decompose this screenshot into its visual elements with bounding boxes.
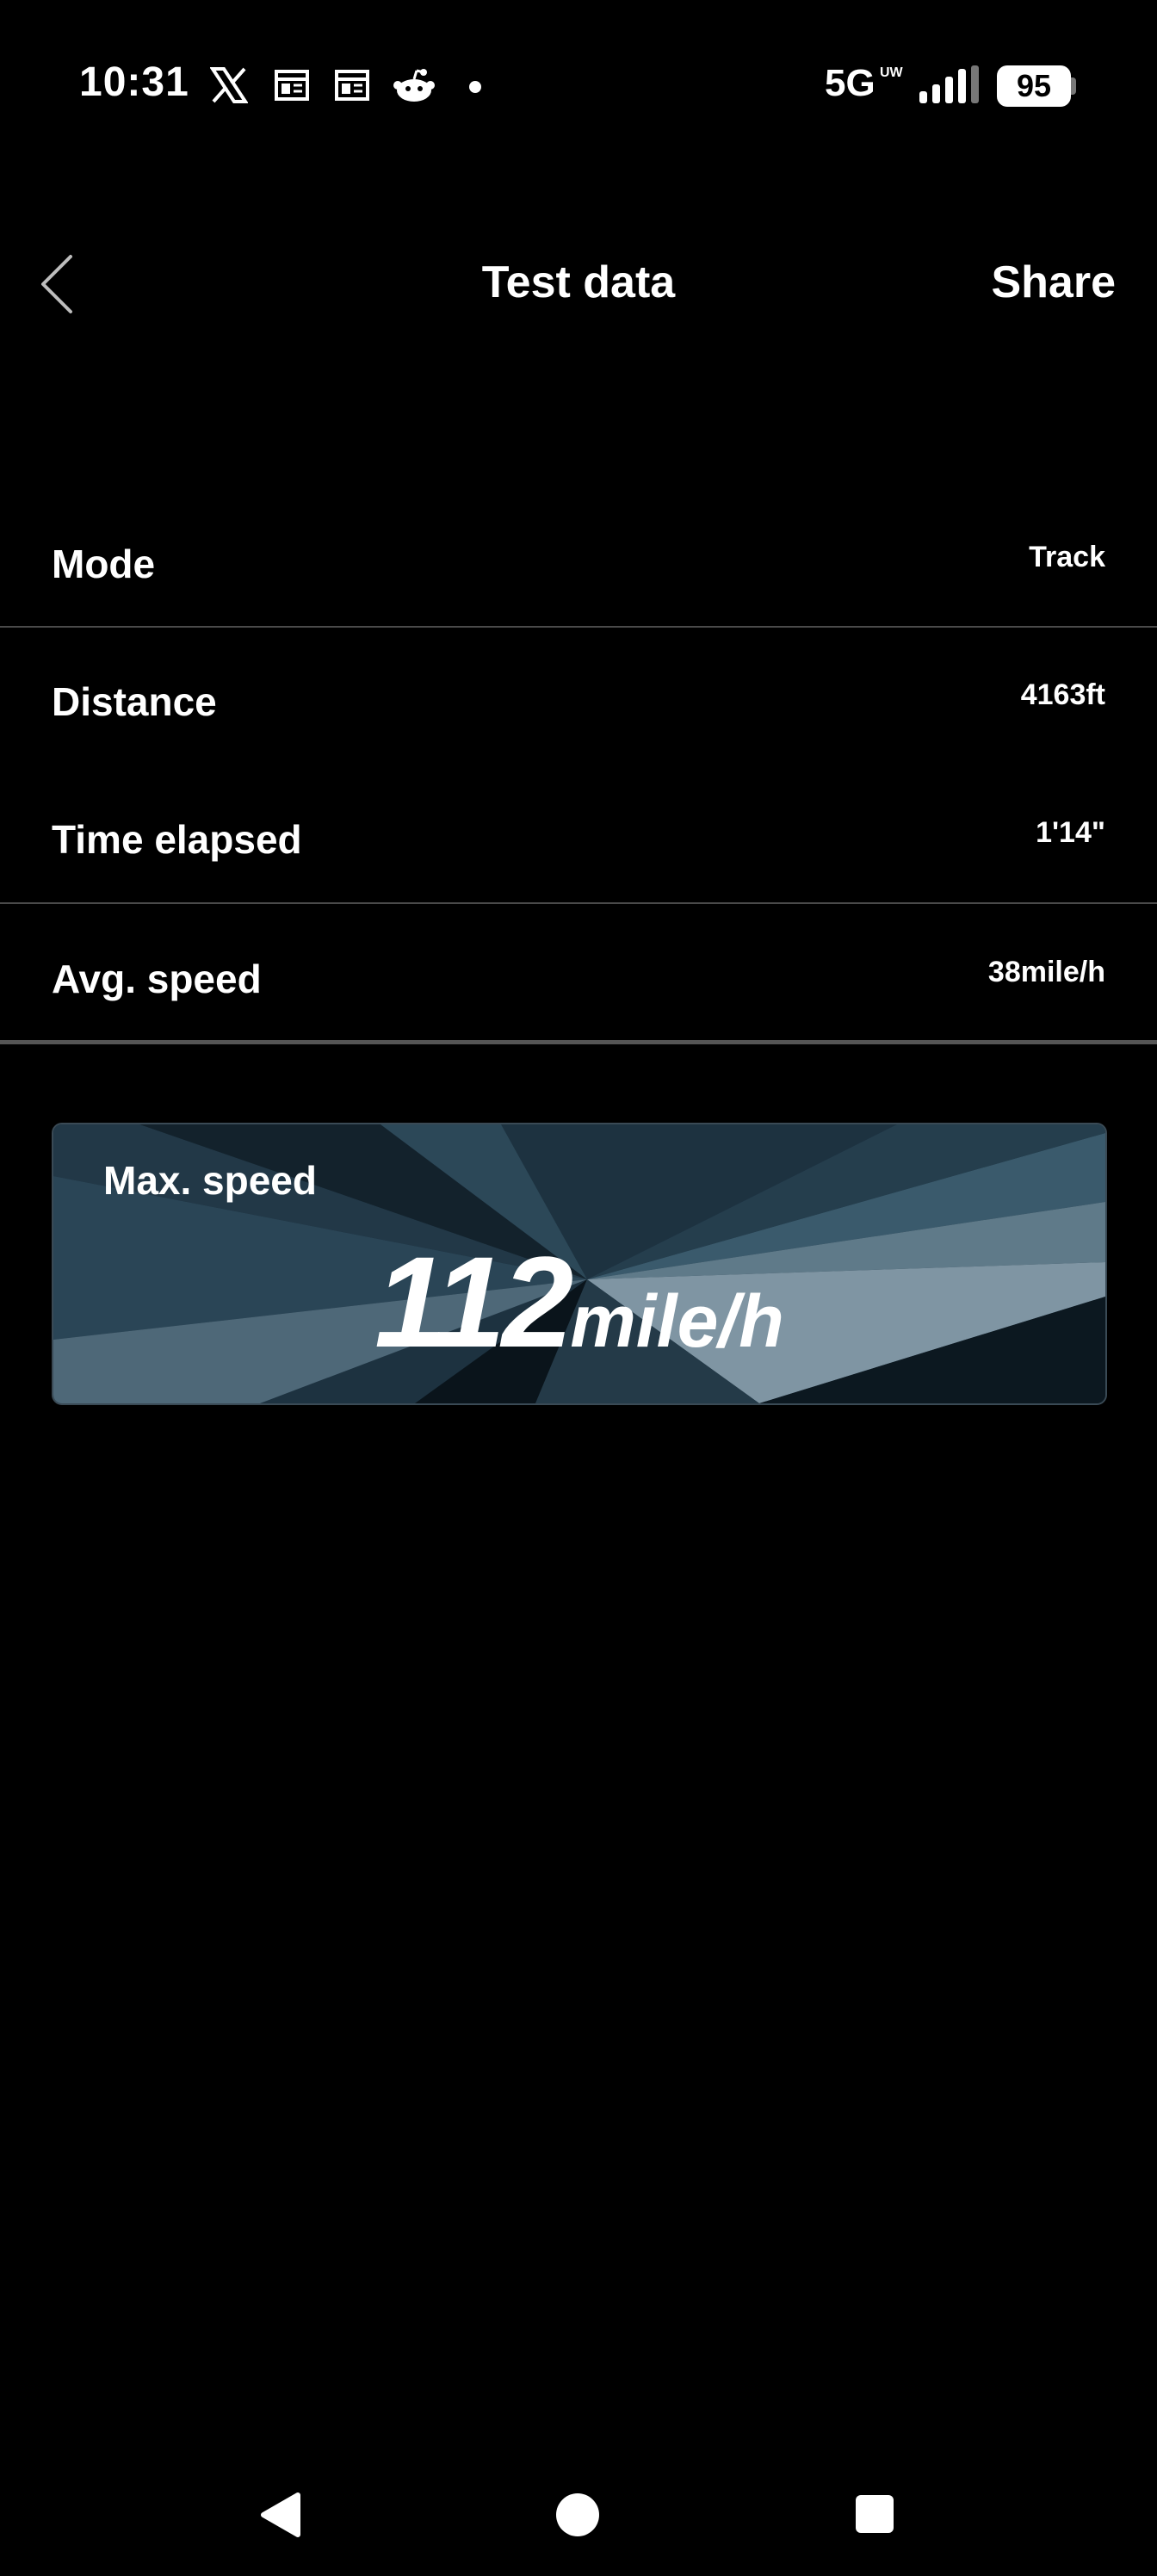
row-label: Mode	[52, 542, 156, 586]
row-avg-speed: Avg. speed 38mile/h	[0, 956, 1157, 1042]
max-speed-number: 112	[374, 1229, 573, 1374]
nav-home-icon[interactable]	[556, 2493, 599, 2536]
nav-back-icon[interactable]	[258, 2492, 301, 2538]
max-speed-label: Max. speed	[103, 1158, 317, 1203]
divider	[0, 1040, 1157, 1044]
row-value: 4163ft	[1020, 678, 1105, 711]
row-time-elapsed: Time elapsed 1'14"	[0, 816, 1157, 902]
x-icon	[210, 67, 248, 103]
share-button[interactable]: Share	[991, 257, 1116, 308]
divider	[0, 902, 1157, 904]
max-speed-value: 112mile/h	[53, 1228, 1105, 1377]
nav-recents-icon[interactable]	[856, 2495, 894, 2533]
status-bar: 10:31 5G UW 95	[0, 0, 1157, 172]
row-label: Time elapsed	[52, 817, 302, 862]
dot-icon	[469, 81, 481, 93]
row-mode: Mode Track	[0, 541, 1157, 627]
status-time: 10:31	[79, 59, 189, 105]
row-value: Track	[1029, 541, 1105, 573]
battery-icon: 95	[997, 65, 1071, 107]
max-speed-unit: mile/h	[570, 1280, 784, 1363]
page-title: Test data	[481, 257, 676, 307]
row-value: 1'14"	[1036, 816, 1105, 849]
divider	[0, 626, 1157, 628]
battery-tip	[1071, 77, 1076, 95]
news-icon	[275, 70, 309, 101]
reddit-icon	[393, 69, 435, 102]
network-label: 5G	[825, 62, 875, 104]
network-sub-label: UW	[880, 65, 903, 80]
row-distance: Distance 4163ft	[0, 678, 1157, 765]
max-speed-card: Max. speed 112mile/h	[52, 1123, 1107, 1405]
row-label: Distance	[52, 679, 217, 724]
signal-icon	[919, 65, 979, 103]
news-icon	[335, 70, 369, 101]
row-label: Avg. speed	[52, 957, 262, 1001]
row-value: 38mile/h	[987, 956, 1105, 988]
